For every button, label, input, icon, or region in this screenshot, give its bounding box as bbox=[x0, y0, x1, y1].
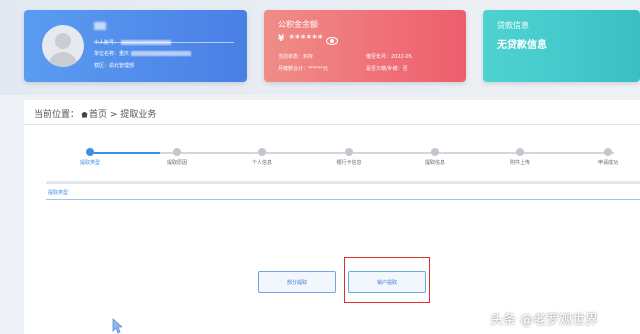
breadcrumb-divider bbox=[24, 124, 640, 125]
section-underline bbox=[46, 199, 640, 200]
step-label: 提取类型 bbox=[79, 160, 101, 166]
step-dot bbox=[258, 148, 266, 156]
region-line: 辖区：渝北管理部 bbox=[94, 63, 134, 69]
highlight-box bbox=[344, 257, 430, 303]
deposit-month-field: 缴至年月：2022-05 bbox=[366, 54, 412, 60]
balance-amount: ¥ ****** bbox=[278, 34, 324, 44]
loan-value: 无贷款信息 bbox=[497, 40, 547, 51]
breadcrumb-separator: > bbox=[109, 110, 118, 120]
avatar-icon bbox=[42, 25, 84, 67]
step-dot bbox=[173, 148, 181, 156]
partial-withdrawal-button[interactable]: 部分提取 bbox=[258, 271, 336, 293]
step-track-progress bbox=[90, 152, 160, 154]
eye-icon[interactable] bbox=[326, 37, 338, 45]
section-bar bbox=[46, 181, 640, 184]
cursor-icon bbox=[112, 318, 122, 334]
profile-card: 个人账号： 单位名称：重庆 辖区：渝北管理部 bbox=[24, 10, 247, 82]
account-line: 个人账号： bbox=[94, 40, 172, 46]
step-label: 附件上传 bbox=[509, 160, 531, 166]
step-label: 个人信息 bbox=[251, 160, 273, 166]
step-label: 提取原因 bbox=[166, 160, 188, 166]
account-label: 个人账号： bbox=[94, 40, 120, 46]
balance-title: 公积金余额 bbox=[278, 20, 318, 29]
breadcrumb-home[interactable]: 首页 bbox=[89, 110, 107, 120]
employer-line: 单位名称：重庆 bbox=[94, 51, 192, 57]
step-dot bbox=[345, 148, 353, 156]
breadcrumb-current: 提取业务 bbox=[120, 110, 157, 120]
employer-label: 单位名称：重庆 bbox=[94, 51, 130, 57]
step-label: 申请成功 bbox=[597, 160, 619, 166]
breadcrumb-prefix: 当前位置： bbox=[34, 110, 80, 120]
step-dot bbox=[86, 148, 94, 156]
section-title: 提取类型 bbox=[48, 190, 69, 196]
loan-title: 贷款信息 bbox=[497, 21, 529, 30]
breadcrumb: 当前位置： 首页 > 提取业务 bbox=[34, 107, 156, 120]
user-name-redacted bbox=[94, 22, 106, 30]
profile-divider bbox=[94, 42, 234, 43]
balance-card: 公积金余额 ¥ ****** 当前状态：封存 缴至年月：2022-05 月缴额合… bbox=[264, 10, 466, 82]
status-field: 当前状态：封存 bbox=[278, 54, 314, 60]
step-label: 提取信息 bbox=[424, 160, 446, 166]
main-panel bbox=[24, 100, 640, 334]
step-dot bbox=[604, 148, 612, 156]
monthly-total-field: 月缴额合计：******元 bbox=[278, 66, 329, 72]
delinquent-field: 是否欠缴/补缴：否 bbox=[366, 66, 408, 72]
loan-card: 贷款信息 无贷款信息 bbox=[483, 10, 640, 82]
step-dot bbox=[431, 148, 439, 156]
step-label: 银行卡信息 bbox=[336, 160, 362, 166]
region-label: 辖区：渝北管理部 bbox=[94, 63, 135, 69]
step-dot bbox=[516, 148, 524, 156]
home-icon[interactable] bbox=[81, 111, 89, 118]
watermark: 头条 @老罗观世界 bbox=[490, 313, 599, 328]
